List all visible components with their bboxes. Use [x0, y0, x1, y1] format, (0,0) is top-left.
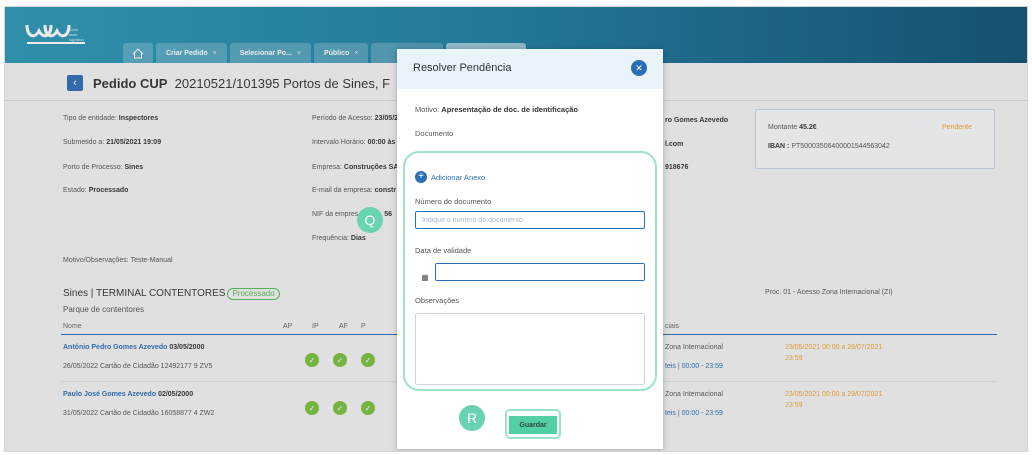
marker-r: R	[459, 405, 485, 431]
plus-icon: +	[415, 171, 427, 183]
remarks-label: Observações	[415, 296, 460, 305]
label: Motivo:	[415, 105, 440, 114]
remarks-textarea[interactable]	[415, 313, 645, 385]
doc-number-label: Número do documento	[415, 197, 492, 206]
save-button[interactable]: Guardar	[509, 416, 557, 434]
value: Apresentação de doc. de identificação	[441, 105, 578, 114]
modal-header: Resolver Pendência ✕	[397, 49, 663, 89]
marker-q: Q	[357, 207, 383, 233]
close-icon: ✕	[635, 62, 643, 73]
modal-title: Resolver Pendência	[413, 62, 512, 74]
validity-label: Data de validade	[415, 246, 472, 255]
close-button[interactable]: ✕	[631, 60, 647, 76]
resolve-pending-modal: Resolver Pendência ✕ Motivo: Apresentaçã…	[397, 49, 663, 449]
calendar-icon[interactable]: ▦	[415, 268, 435, 286]
validity-date-input[interactable]	[435, 263, 645, 281]
document-label: Documento	[415, 129, 454, 138]
add-annex-button[interactable]: + Adicionar Anexo	[415, 171, 485, 183]
app-window: porto mais logístico Criar Pedido × Selec…	[4, 6, 1028, 452]
add-annex-label: Adicionar Anexo	[431, 172, 486, 182]
doc-number-input[interactable]	[415, 211, 645, 229]
reason: Motivo: Apresentação de doc. de identifi…	[415, 105, 578, 114]
